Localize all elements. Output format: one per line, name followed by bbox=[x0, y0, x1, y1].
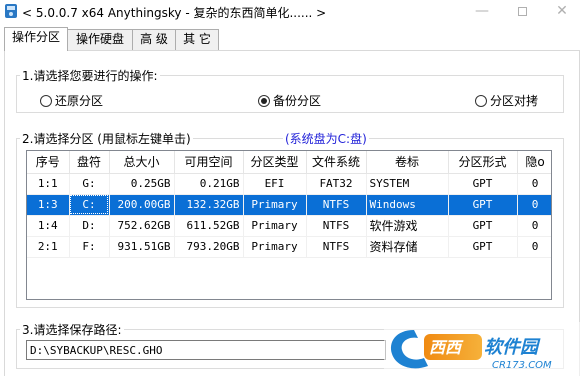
cell-partition-style: GPT bbox=[448, 236, 518, 258]
radio-circle[interactable] bbox=[40, 95, 52, 107]
partition-table[interactable]: 序号 盘符 总大小 可用空间 分区类型 文件系统 卷标 分区形式 隐o 1:1 … bbox=[26, 150, 552, 300]
cell-drive: G: bbox=[69, 173, 110, 195]
cell-filesystem: NTFS bbox=[306, 194, 367, 216]
column-header[interactable]: 盘符 bbox=[69, 151, 110, 174]
table-row-selected[interactable]: 1:3 C: 200.00GB 132.32GB Primary NTFS Wi… bbox=[27, 194, 551, 216]
radio-backup-partition[interactable]: 备份分区 bbox=[258, 92, 321, 109]
radio-circle-selected[interactable] bbox=[258, 95, 270, 107]
cell-partition-type: Primary bbox=[243, 194, 307, 216]
cell-index: 1:1 bbox=[27, 173, 70, 195]
cell-partition-type: Primary bbox=[243, 215, 307, 237]
close-button[interactable]: ✕ bbox=[542, 0, 582, 22]
cell-drive: C: bbox=[69, 194, 110, 216]
cell-free-space: 611.52GB bbox=[174, 215, 244, 237]
cell-index: 2:1 bbox=[27, 236, 70, 258]
cell-drive: D: bbox=[69, 215, 110, 237]
cell-total-size: 752.62GB bbox=[109, 215, 175, 237]
save-path-input[interactable] bbox=[26, 340, 386, 360]
cell-free-space: 793.20GB bbox=[174, 236, 244, 258]
tab-other[interactable]: 其 它 bbox=[175, 29, 219, 50]
maximize-icon bbox=[517, 6, 527, 16]
cell-total-size: 931.51GB bbox=[109, 236, 175, 258]
table-header: 序号 盘符 总大小 可用空间 分区类型 文件系统 卷标 分区形式 隐o bbox=[27, 151, 551, 174]
column-header[interactable]: 文件系统 bbox=[306, 151, 367, 174]
column-header[interactable]: 分区类型 bbox=[243, 151, 307, 174]
cell-partition-type: EFI bbox=[243, 173, 307, 195]
save-path-group-title: 3.请选择保存路径: bbox=[20, 321, 124, 338]
cell-volume-label: SYSTEM bbox=[366, 173, 449, 195]
watermark-logo: 西西 软件园 CR173.COM bbox=[384, 322, 582, 376]
cell-hidden: 0 bbox=[517, 236, 551, 258]
cell-partition-type: Primary bbox=[243, 236, 307, 258]
title-bar: < 5.0.0.7 x64 Anythingsky - 复杂的东西简单化....… bbox=[0, 0, 582, 24]
svg-text:软件园: 软件园 bbox=[484, 337, 541, 358]
svg-text:西西: 西西 bbox=[429, 338, 464, 357]
cell-free-space: 0.21GB bbox=[174, 173, 244, 195]
app-icon bbox=[5, 4, 17, 18]
tab-advanced[interactable]: 高 级 bbox=[132, 29, 176, 50]
operation-group-title: 1.请选择您要进行的操作: bbox=[20, 67, 160, 84]
cell-partition-style: GPT bbox=[448, 173, 518, 195]
radio-label: 备份分区 bbox=[273, 94, 322, 108]
cell-index: 1:4 bbox=[27, 215, 70, 237]
radio-restore-partition[interactable]: 还原分区 bbox=[40, 92, 103, 109]
cell-total-size: 200.00GB bbox=[109, 194, 175, 216]
cell-volume-label: 软件游戏 bbox=[366, 215, 449, 237]
cell-hidden: 0 bbox=[517, 173, 551, 195]
table-row[interactable]: 1:4 D: 752.62GB 611.52GB Primary NTFS 软件… bbox=[27, 215, 551, 237]
system-disk-note: (系统盘为C:盘) bbox=[283, 130, 369, 147]
cell-volume-label: Windows bbox=[366, 194, 449, 216]
table-row[interactable]: 1:1 G: 0.25GB 0.21GB EFI FAT32 SYSTEM GP… bbox=[27, 173, 551, 195]
column-header[interactable]: 总大小 bbox=[109, 151, 175, 174]
column-header[interactable]: 卷标 bbox=[366, 151, 449, 174]
cell-hidden: 0 bbox=[517, 194, 551, 216]
column-header[interactable]: 可用空间 bbox=[174, 151, 244, 174]
cell-total-size: 0.25GB bbox=[109, 173, 175, 195]
cell-filesystem: NTFS bbox=[306, 215, 367, 237]
window-title: < 5.0.0.7 x64 Anythingsky - 复杂的东西简单化....… bbox=[22, 6, 327, 20]
cell-partition-style: GPT bbox=[448, 194, 518, 216]
cell-hidden: 0 bbox=[517, 215, 551, 237]
tab-operate-disk[interactable]: 操作硬盘 bbox=[67, 29, 133, 50]
cell-free-space: 132.32GB bbox=[174, 194, 244, 216]
tab-operate-partition[interactable]: 操作分区 bbox=[4, 27, 68, 51]
svg-text:CR173.COM: CR173.COM bbox=[492, 360, 552, 371]
column-header[interactable]: 分区形式 bbox=[448, 151, 518, 174]
radio-copy-partition[interactable]: 分区对拷 bbox=[475, 92, 538, 109]
cell-filesystem: NTFS bbox=[306, 236, 367, 258]
table-row[interactable]: 2:1 F: 931.51GB 793.20GB Primary NTFS 资料… bbox=[27, 236, 551, 258]
cell-index: 1:3 bbox=[27, 194, 70, 216]
partition-group-title: 2.请选择分区 (用鼠标左键单击) bbox=[20, 130, 193, 147]
cell-volume-label: 资料存储 bbox=[366, 236, 449, 258]
cell-drive: F: bbox=[69, 236, 110, 258]
minimize-button[interactable]: — bbox=[462, 0, 502, 22]
radio-label: 分区对拷 bbox=[490, 94, 539, 108]
radio-label: 还原分区 bbox=[55, 94, 104, 108]
column-header[interactable]: 隐o bbox=[517, 151, 551, 174]
cell-filesystem: FAT32 bbox=[306, 173, 367, 195]
radio-circle[interactable] bbox=[475, 95, 487, 107]
maximize-button[interactable] bbox=[502, 0, 542, 22]
cell-partition-style: GPT bbox=[448, 215, 518, 237]
column-header[interactable]: 序号 bbox=[27, 151, 70, 174]
